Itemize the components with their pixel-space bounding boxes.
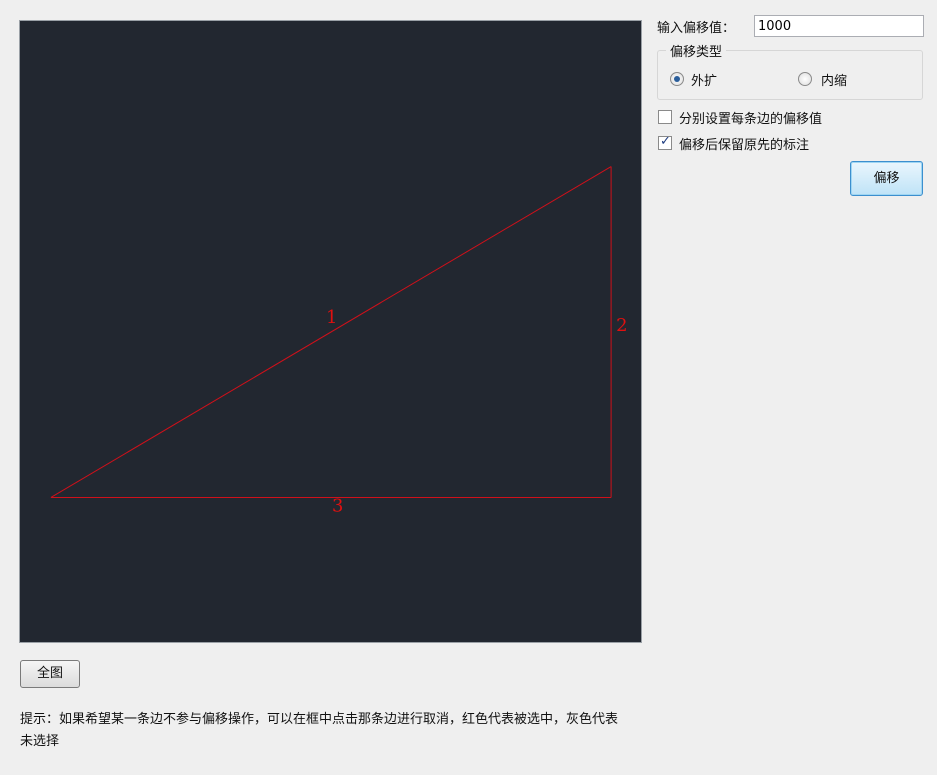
edge-1-hit-area[interactable] — [51, 167, 611, 498]
hint-text: 提示：如果希望某一条边不参与偏移操作，可以在框中点击那条边进行取消，红色代表被选… — [20, 712, 619, 749]
offset-dialog: 1 2 3 全图 输入偏移值： 偏移类型 外扩 内缩 分别设置每条边的偏移值 偏… — [0, 0, 937, 775]
expand-radio-label[interactable]: 外扩 — [691, 70, 717, 89]
edge-2-label: 2 — [616, 315, 627, 336]
shrink-radio[interactable] — [798, 72, 812, 86]
keep-dimensions-label[interactable]: 偏移后保留原先的标注 — [679, 134, 809, 153]
offset-button[interactable]: 偏移 — [850, 161, 923, 196]
fit-view-button[interactable]: 全图 — [20, 660, 80, 688]
per-edge-offset-label[interactable]: 分别设置每条边的偏移值 — [679, 108, 822, 127]
offset-type-title: 偏移类型 — [666, 41, 727, 60]
triangle-drawing: 1 2 3 — [50, 166, 628, 516]
offset-value-label: 输入偏移值： — [657, 21, 736, 36]
shrink-radio-label[interactable]: 内缩 — [821, 70, 847, 89]
offset-value-input[interactable] — [754, 15, 924, 37]
edge-1-label: 1 — [326, 307, 337, 328]
drawing-canvas[interactable]: 1 2 3 — [19, 20, 642, 643]
edge-3-label: 3 — [332, 495, 343, 516]
keep-dimensions-checkbox[interactable] — [658, 134, 672, 150]
per-edge-offset-checkbox[interactable] — [658, 110, 672, 124]
expand-radio[interactable] — [670, 72, 684, 86]
